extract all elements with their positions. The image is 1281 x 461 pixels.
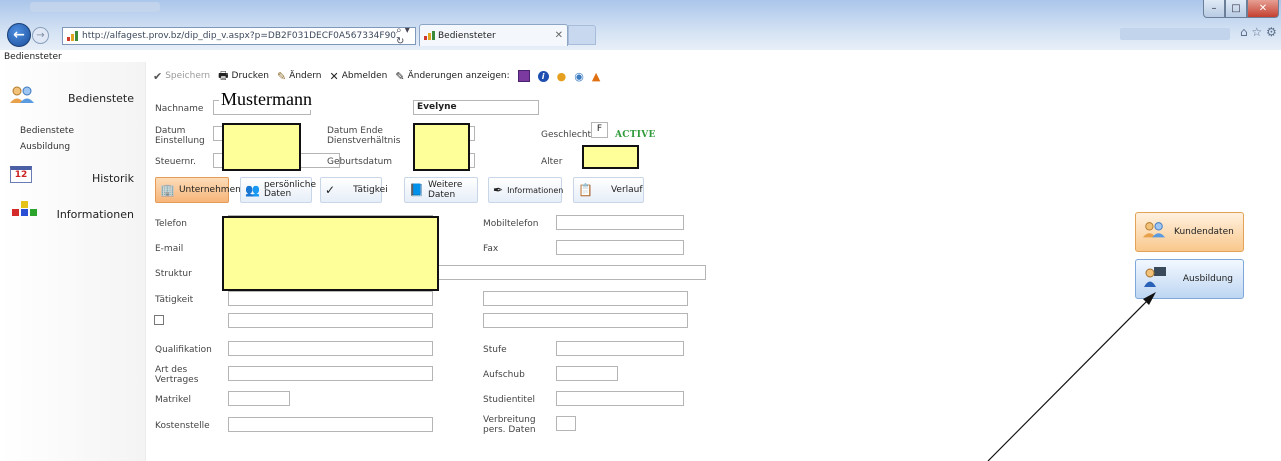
arrow-line (987, 297, 1151, 461)
annotation-arrow (987, 292, 1156, 461)
